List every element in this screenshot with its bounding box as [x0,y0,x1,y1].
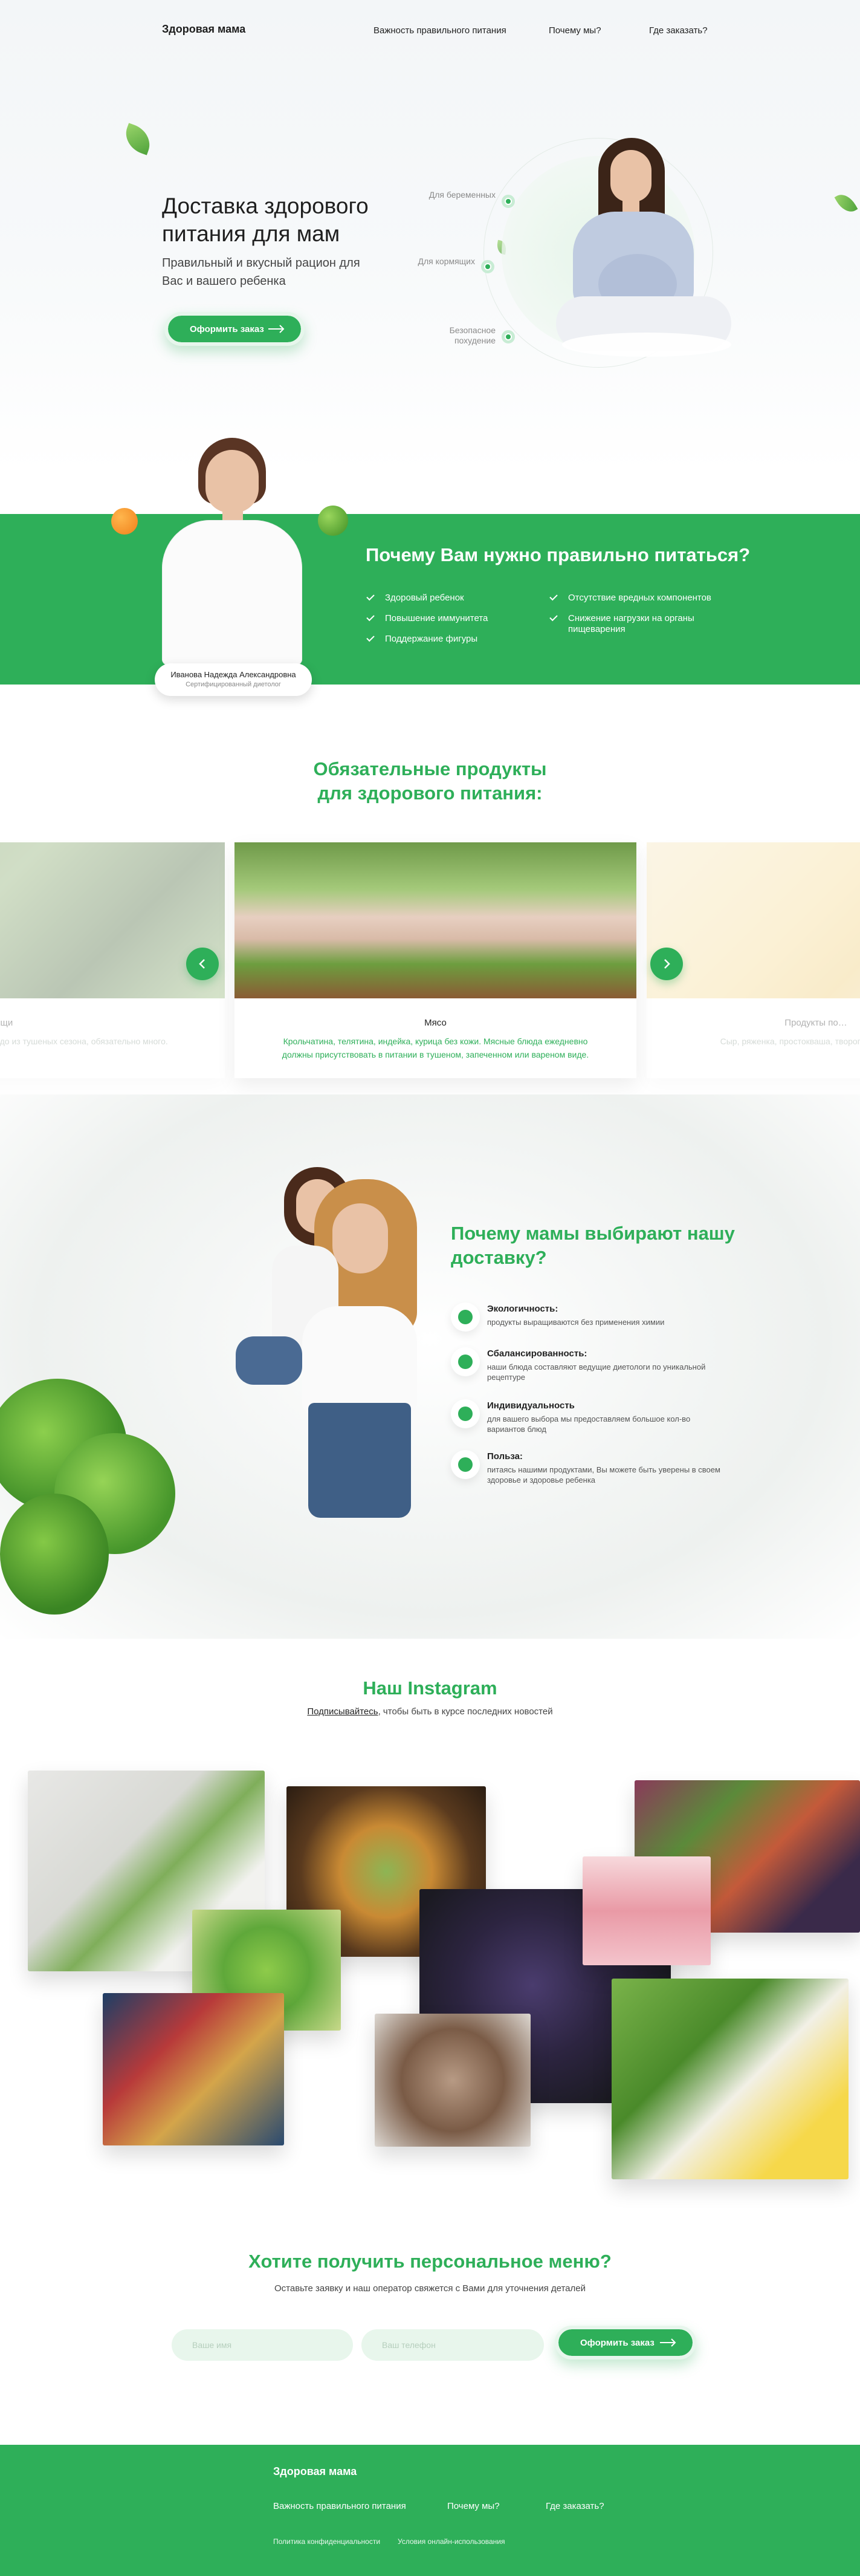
cheese-image [647,842,860,998]
dietitian-image [111,435,348,665]
footer-link-why-us[interactable]: Почему мы? [447,2501,500,2511]
instagram-title: Наш Instagram [363,1677,497,1699]
feature-text: для вашего выбора мы предоставляем больш… [487,1414,691,1434]
nav-link-where-to-order[interactable]: Где заказать? [649,25,708,36]
list-item: Здоровый ребенок [366,593,488,613]
instagram-photo[interactable] [103,1993,284,2145]
feature-title: Польза: [487,1451,523,1462]
header: Здоровая мама Важность правильного питан… [0,0,860,67]
product-card-title: Продукты по… [784,1018,847,1028]
bullet-dot [502,330,515,343]
feature-text: питаясь нашими продуктами, Вы можете быт… [487,1465,720,1485]
why-us-title: Почему мамы выбирают нашу доставку? [451,1223,735,1268]
expert-name: Иванова Надежда Александровна [170,670,296,679]
hero-bullet-nursing: Для кормящих [418,256,475,266]
instagram-photo[interactable] [583,1856,711,1965]
list-item: Снижение нагрузки на органы пищеварения [549,613,730,642]
instagram-photo[interactable] [612,1979,849,2179]
instagram-photo[interactable] [375,2014,531,2147]
expert-badge: Иванова Надежда Александровна Сертифицир… [155,663,312,696]
products-title: Обязательные продукты для здорового пита… [313,758,547,804]
leaf-icon [451,1303,480,1332]
phone-field[interactable] [361,2329,544,2361]
product-card-text: Крольчатина, телятина, индейка, курица б… [282,1036,589,1059]
footer [0,2445,860,2576]
bullet-dot [481,260,494,273]
hero-bullet-pregnant: Для беременных [428,190,496,200]
nav-link-why-us[interactable]: Почему мы? [549,25,649,36]
logo[interactable]: Здоровая мама [162,23,245,36]
name-field[interactable] [172,2329,353,2361]
product-card-text: Сыр, ряженка, простокваша, творог. Кисло… [720,1036,860,1046]
carousel-next-button[interactable] [650,948,683,980]
terms-of-use-link[interactable]: Условия онлайн-использования [398,2537,505,2546]
hero-bullet-weightloss: Безопасное похудение [449,325,496,345]
main-nav: Важность правильного питания Почему мы? … [373,25,708,36]
product-card-text: …гурцы, огурцы. Печеное блюдо из тушеных… [0,1036,168,1046]
expert-role: Сертифицированный диетолог [186,681,281,688]
mother-daughter-image [212,1155,453,1524]
why-eat-list-2: Отсутствие вредных компонентов Снижение … [549,593,730,642]
bullet-dot [502,195,515,208]
order-button[interactable]: Оформить заказ [164,312,305,346]
feature-title: Экологичность: [487,1304,558,1314]
footer-logo[interactable]: Здоровая мама [273,2465,357,2478]
feature-title: Индивидуальность [487,1400,575,1411]
carousel-prev-button[interactable] [186,948,219,980]
list-item: Поддержание фигуры [366,634,488,654]
why-eat-list-1: Здоровый ребенок Повышение иммунитета По… [366,593,488,654]
hero-subtitle: Правильный и вкусный рацион для Вас и ва… [162,256,360,288]
refresh-icon [451,1399,480,1428]
page: Здоровая мама Важность правильного питан… [0,0,860,2576]
arrow-right-icon [660,2338,676,2347]
pregnant-woman-image [556,133,743,375]
hero-title: Доставка здорового питания для мам [162,194,369,246]
product-card-title: Овощи [0,1018,13,1028]
product-card-title: Мясо [424,1018,447,1028]
submit-order-button[interactable]: Оформить заказ [555,2326,696,2360]
form-title: Хотите получить персональное меню? [248,2251,612,2272]
feature-title: Сбалансированность: [487,1348,587,1359]
product-card-meat[interactable]: Мясо Крольчатина, телятина, индейка, кур… [234,842,636,1078]
chevron-right-icon [664,959,670,969]
meat-image [234,842,636,998]
feature-text: наши блюда составляют ведущие диетологи … [487,1362,706,1382]
footer-link-where-to-order[interactable]: Где заказать? [546,2501,604,2511]
subscribe-link[interactable]: Подписывайтесь [307,1706,378,1717]
order-button-label: Оформить заказ [190,324,264,334]
privacy-policy-link[interactable]: Политика конфиденциальности [273,2537,380,2546]
list-item: Повышение иммунитета [366,613,488,634]
check-icon [451,1347,480,1376]
footer-link-importance[interactable]: Важность правильного питания [273,2501,406,2511]
nav-link-importance[interactable]: Важность правильного питания [373,25,549,36]
why-eat-title: Почему Вам нужно правильно питаться? [366,544,751,565]
feature-text: продукты выращиваются без применения хим… [487,1318,665,1327]
broccoli-image [0,1361,193,1645]
list-item: Отсутствие вредных компонентов [549,593,730,613]
heart-icon [451,1450,480,1479]
instagram-subtitle: Подписывайтесь, чтобы быть в курсе после… [0,1706,860,1717]
arrow-right-icon [268,325,285,333]
subscribe-text: , чтобы быть в курсе последних новостей [378,1706,553,1717]
chevron-left-icon [199,959,205,969]
form-subtitle: Оставьте заявку и наш оператор свяжется … [274,2283,586,2294]
submit-order-label: Оформить заказ [580,2337,655,2348]
